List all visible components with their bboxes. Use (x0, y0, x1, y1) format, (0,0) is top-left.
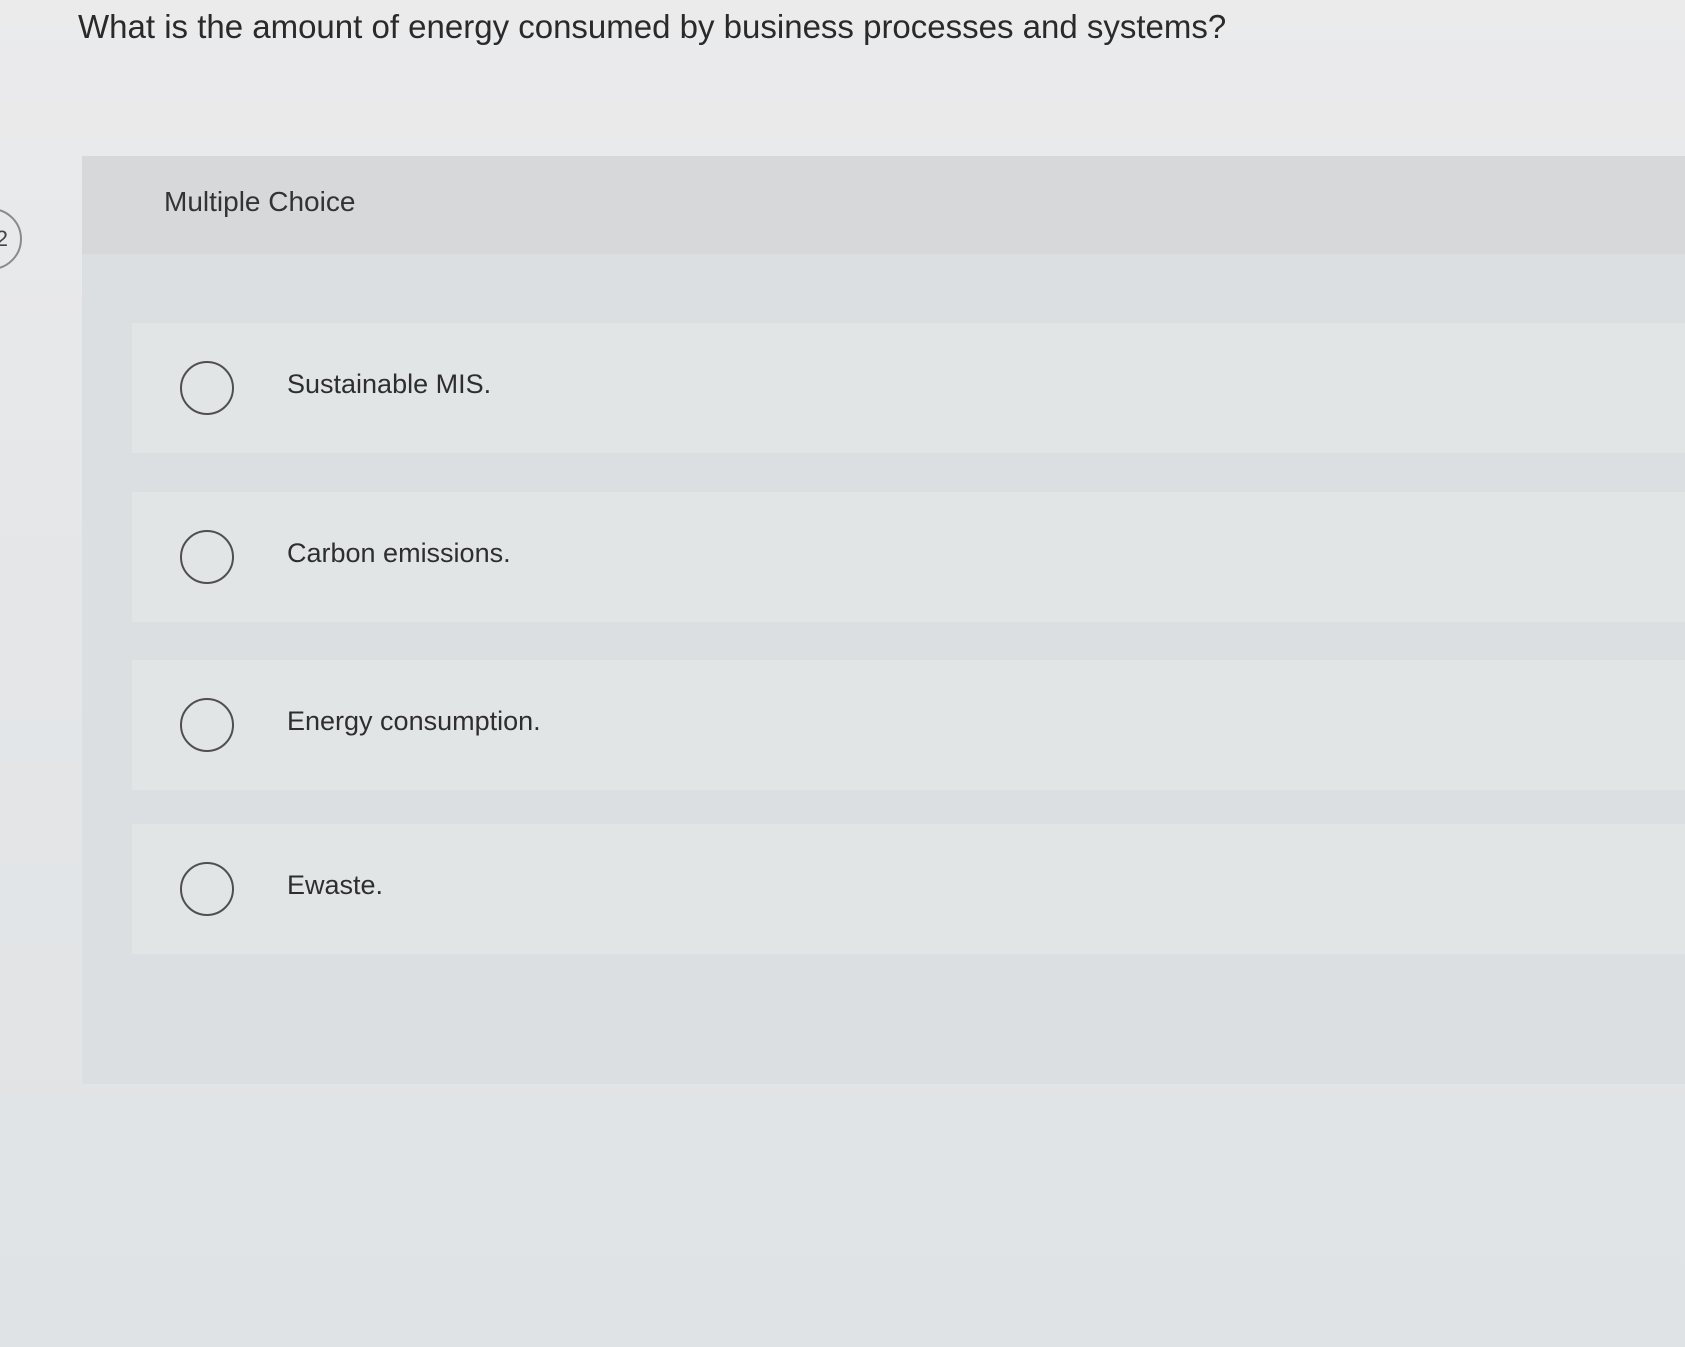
answer-panel-header: Multiple Choice (82, 156, 1685, 254)
choice-label[interactable]: Sustainable MIS. (287, 369, 491, 400)
choice-option[interactable]: Sustainable MIS. (132, 323, 1685, 453)
radio-button-icon[interactable] (180, 698, 234, 752)
choice-option[interactable]: Carbon emissions. (132, 492, 1685, 622)
answer-type-label: Multiple Choice (164, 186, 356, 217)
radio-button-icon[interactable] (180, 361, 234, 415)
choice-option[interactable]: Ewaste. (132, 824, 1685, 954)
choice-label[interactable]: Energy consumption. (287, 706, 541, 737)
question-number: 2 (0, 226, 8, 251)
question-number-badge[interactable]: 2 (0, 208, 22, 270)
answer-panel: Multiple Choice Sustainable MIS. Carbon … (82, 156, 1685, 1084)
radio-button-icon[interactable] (180, 862, 234, 916)
radio-button-icon[interactable] (180, 530, 234, 584)
choice-label[interactable]: Carbon emissions. (287, 538, 511, 569)
question-text: What is the amount of energy consumed by… (78, 8, 1227, 45)
choice-option[interactable]: Energy consumption. (132, 660, 1685, 790)
choice-label[interactable]: Ewaste. (287, 870, 383, 901)
